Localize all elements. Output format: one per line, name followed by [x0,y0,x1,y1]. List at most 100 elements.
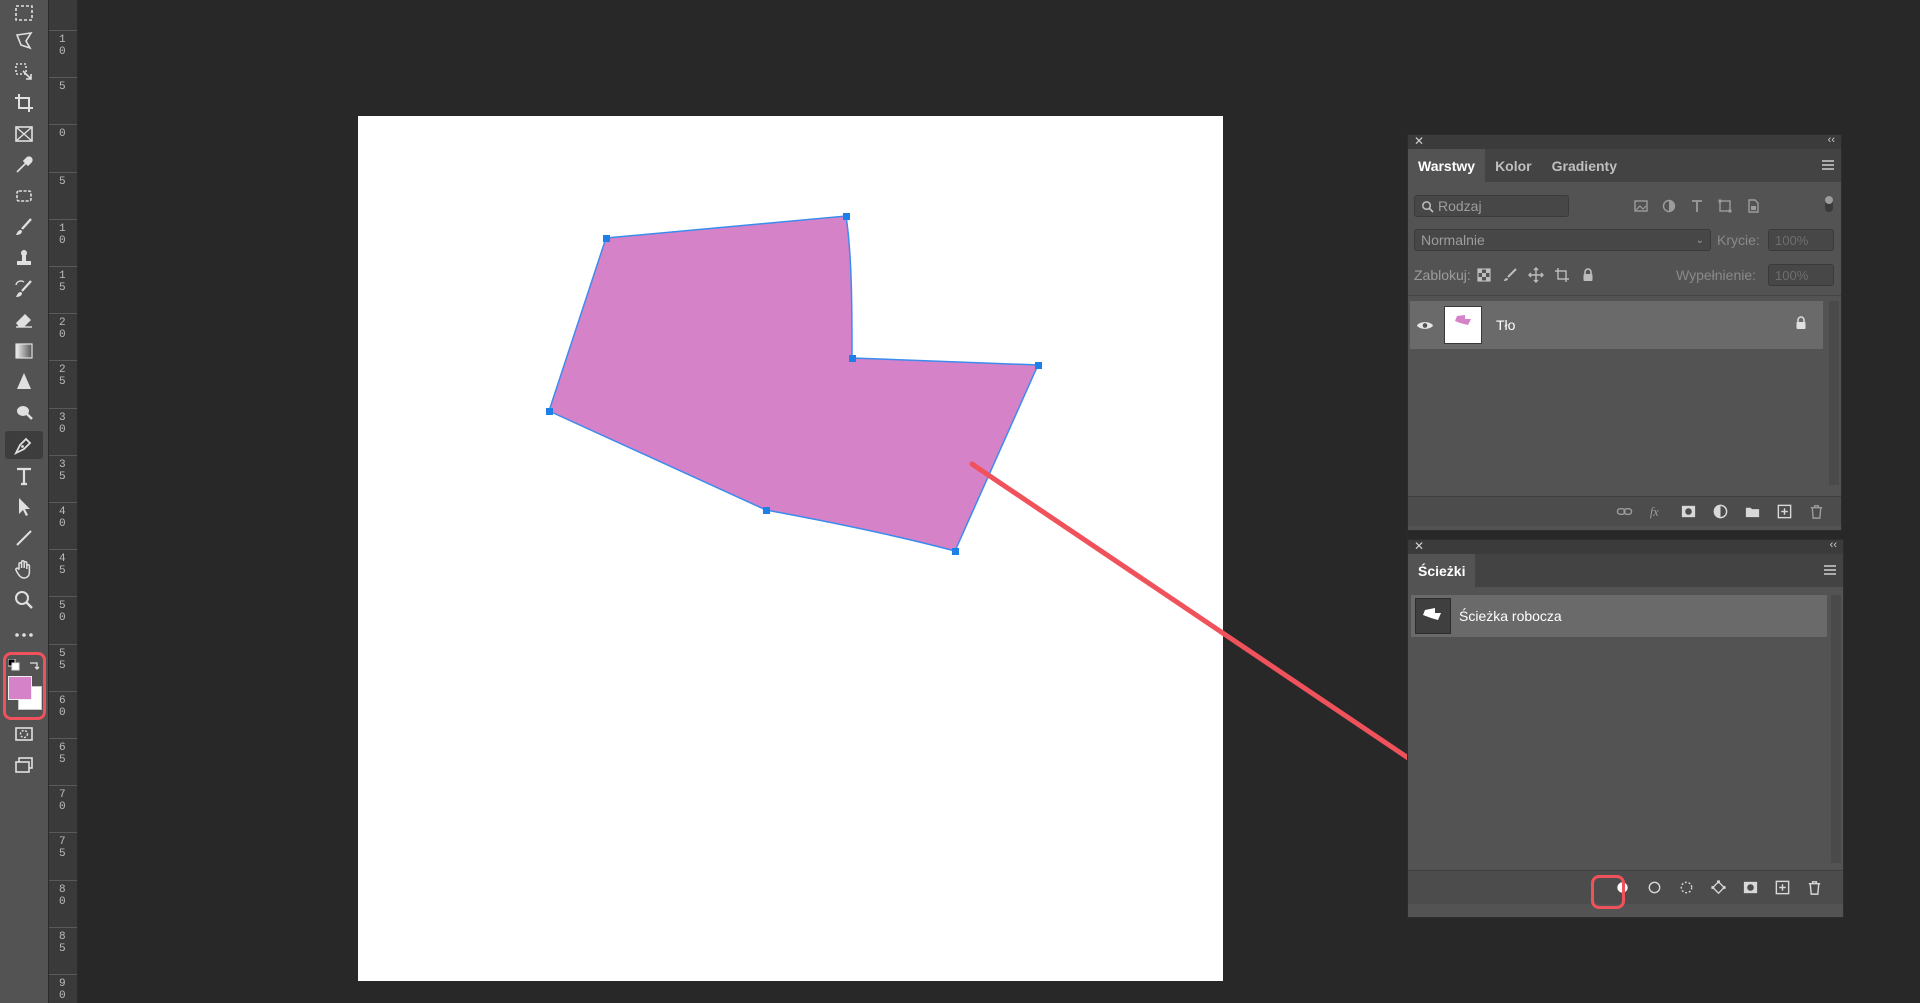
close-panel-icon[interactable]: ✕ [1414,539,1424,553]
layer-name: Tło [1496,317,1516,333]
ruler-label: 0 [59,128,66,141]
svg-text:fx: fx [1649,505,1658,519]
layer-lock-icon [1795,315,1807,335]
ruler-tick [49,832,77,834]
add-mask-icon[interactable] [1739,877,1761,899]
brush-tool-icon[interactable] [5,213,43,241]
eyedropper-tool-icon[interactable] [5,151,43,179]
tab-layers[interactable]: Warstwy [1408,149,1486,182]
opacity-field[interactable]: 100% [1768,229,1834,251]
filter-type-icon[interactable] [1686,195,1708,217]
hand-tool-icon[interactable] [5,555,43,583]
ruler-tick [49,643,77,645]
ruler-tick [49,974,77,975]
color-swatches-highlight [3,652,46,720]
ruler-tick [49,596,77,598]
clone-stamp-tool-icon[interactable] [5,244,43,272]
history-brush-tool-icon[interactable] [5,275,43,303]
path-selection-tool-icon[interactable] [5,493,43,521]
panel-menu-icon[interactable] [1821,158,1835,172]
add-mask-icon[interactable] [1677,501,1699,523]
ruler-tick [49,77,77,79]
paths-scrollbar[interactable] [1831,595,1841,863]
tab-color[interactable]: Kolor [1485,149,1542,182]
quick-mask-icon[interactable] [5,720,43,748]
layer-filter-select[interactable]: Rodzaj [1414,195,1569,217]
filter-pixel-icon[interactable] [1630,195,1652,217]
ruler-tick [49,879,77,881]
panel-menu-icon[interactable] [1823,563,1837,577]
collapse-panel-icon[interactable]: ‹‹ [1828,134,1835,146]
lock-position-icon[interactable] [1525,264,1547,286]
ruler-label: 20 [59,317,66,342]
filter-shape-icon[interactable] [1714,195,1736,217]
crop-tool-icon[interactable] [5,89,43,117]
lock-artboard-icon[interactable] [1551,264,1573,286]
frame-tool-icon[interactable] [5,120,43,148]
new-layer-icon[interactable] [1773,501,1795,523]
ruler-label: 25 [59,364,66,389]
filter-smart-object-icon[interactable] [1742,195,1764,217]
zoom-tool-icon[interactable] [5,586,43,614]
marquee-tool-icon[interactable] [5,0,43,28]
layer-filter-label: Rodzaj [1438,198,1482,214]
dodge-tool-icon[interactable] [5,399,43,427]
tab-gradients[interactable]: Gradienty [1542,149,1627,182]
ruler-tick [49,218,77,220]
lock-transparent-icon[interactable] [1473,264,1495,286]
new-path-icon[interactable] [1771,877,1793,899]
new-group-folder-icon[interactable] [1741,501,1763,523]
ruler-tick [49,926,77,928]
path-thumbnail [1415,598,1451,634]
opacity-value: 100% [1775,232,1809,248]
ruler-label: 55 [59,647,66,672]
path-name: Ścieżka robocza [1459,608,1562,624]
divider [1408,295,1841,296]
document-canvas[interactable] [358,116,1223,981]
blend-row: Normalnie ⌄ Krycie: 100% [1408,227,1841,253]
panel-header-bar: ✕ ‹‹ [1408,134,1841,149]
healing-brush-tool-icon[interactable] [5,182,43,210]
make-work-path-icon[interactable] [1707,877,1729,899]
delete-layer-icon[interactable] [1805,501,1827,523]
path-row-work-path[interactable]: Ścieżka robocza [1411,595,1827,637]
ruler-tick [49,738,77,739]
ruler-tick [49,454,77,456]
more-tools-icon[interactable] [5,621,43,649]
tab-paths[interactable]: Ścieżki [1408,554,1476,587]
object-selection-tool-icon[interactable] [5,58,43,86]
collapse-panel-icon[interactable]: ‹‹ [1830,539,1837,551]
stroke-path-icon[interactable] [1643,877,1665,899]
tools-panel [0,0,48,1003]
gradient-tool-icon[interactable] [5,337,43,365]
load-path-as-selection-icon[interactable] [1675,877,1697,899]
pen-tool-icon[interactable] [5,431,43,459]
ruler-label: 70 [59,789,66,814]
layer-style-fx-icon[interactable]: fx [1645,501,1667,523]
ruler-tick [49,124,77,126]
screen-mode-icon[interactable] [5,751,43,779]
ruler-tick [49,690,77,692]
delete-path-icon[interactable] [1803,877,1825,899]
layer-row-background[interactable]: Tło [1410,301,1823,349]
eraser-tool-icon[interactable] [5,306,43,334]
link-layers-icon[interactable] [1613,501,1635,523]
fill-field[interactable]: 100% [1768,264,1834,286]
line-tool-icon[interactable] [5,524,43,552]
layers-scrollbar[interactable] [1829,301,1839,485]
vertical-ruler: 10 5 0 5 10 15 20 25 30 35 40 45 50 55 60 65 70 75 80 85 90 [48,0,78,1003]
lock-image-pixels-icon[interactable] [1499,264,1521,286]
adjustment-layer-icon[interactable] [1709,501,1731,523]
filter-adjustment-icon[interactable] [1658,195,1680,217]
type-tool-icon[interactable] [5,462,43,490]
lasso-tool-icon[interactable] [5,27,43,55]
ruler-label: 5 [59,81,66,94]
close-panel-icon[interactable]: ✕ [1414,134,1424,148]
blend-mode-select[interactable]: Normalnie ⌄ [1414,229,1711,251]
ruler-tick [49,785,77,787]
blur-tool-icon[interactable] [5,368,43,396]
layer-visibility-eye-icon[interactable] [1410,320,1440,331]
ruler-tick [49,313,77,315]
filter-toggle-switch[interactable] [1825,196,1833,212]
lock-all-icon[interactable] [1577,264,1599,286]
